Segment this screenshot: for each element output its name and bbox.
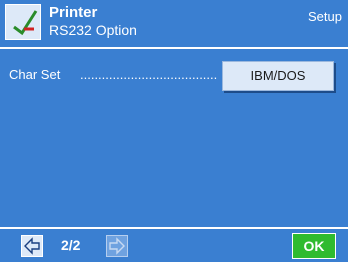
arrow-right-icon xyxy=(107,237,127,260)
section-label: Setup xyxy=(308,9,342,24)
next-page-button[interactable] xyxy=(106,235,128,257)
char-set-button[interactable]: IBM/DOS xyxy=(222,61,334,91)
leader-dots: ........................................… xyxy=(80,67,218,82)
ok-button[interactable]: OK xyxy=(292,233,336,259)
arrow-left-icon xyxy=(22,237,42,260)
settings-panel: Char Set ...............................… xyxy=(0,49,348,227)
screen: Printer RS232 Option Setup Char Set ....… xyxy=(0,0,348,262)
previous-page-button[interactable] xyxy=(21,235,43,257)
page-indicator: 2/2 xyxy=(61,237,81,253)
header-bar: Printer RS232 Option Setup xyxy=(0,0,348,49)
checkmark-icon xyxy=(5,4,41,40)
page-subtitle: RS232 Option xyxy=(49,22,137,38)
char-set-label: Char Set xyxy=(9,67,61,82)
page-title: Printer xyxy=(49,4,98,21)
footer-bar: 2/2 OK xyxy=(0,227,348,262)
